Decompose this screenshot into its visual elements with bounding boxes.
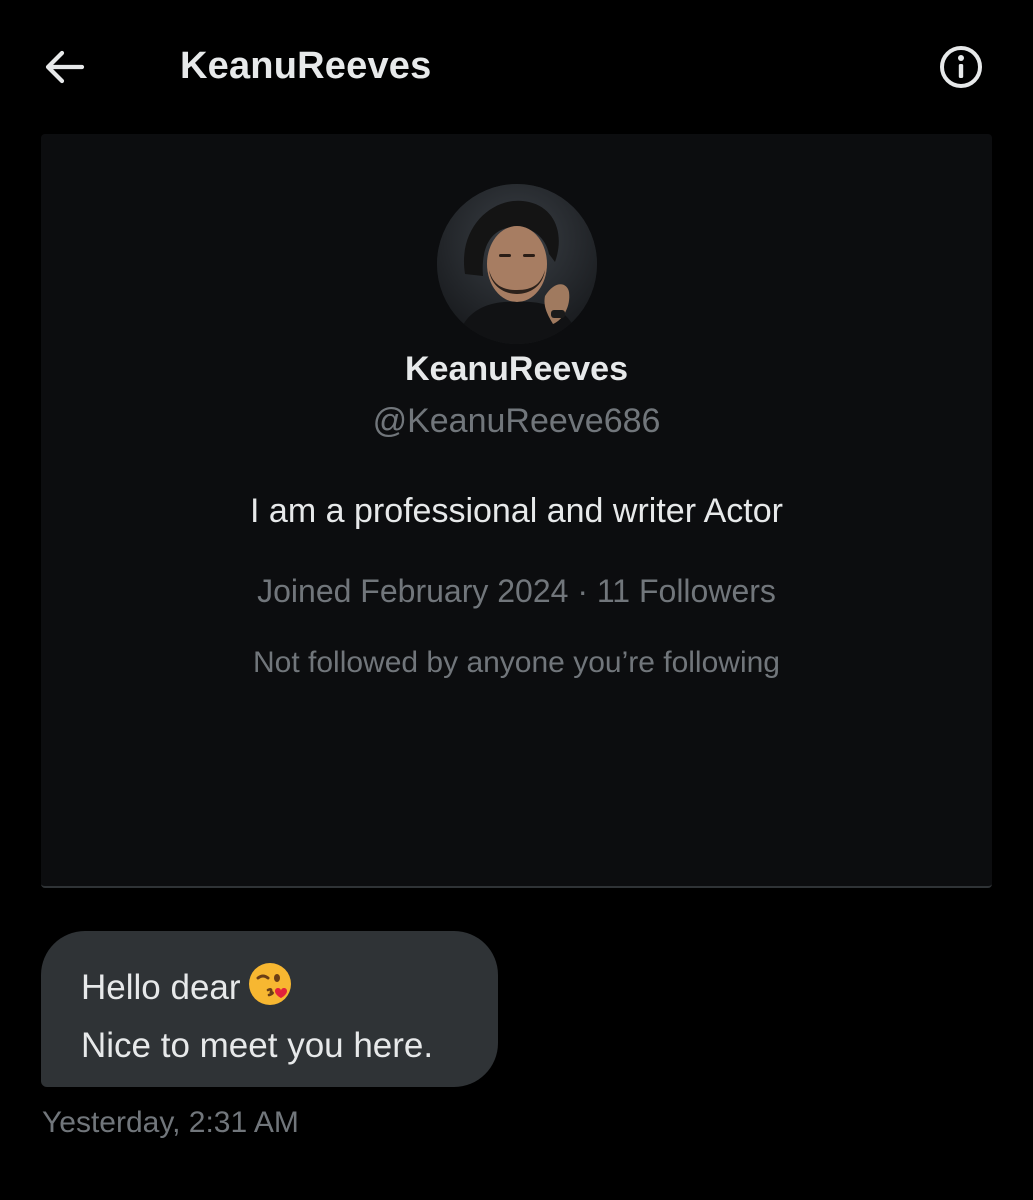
kissing-winking-face-emoji	[247, 961, 293, 1021]
message-line-1: Hello dear	[81, 961, 458, 1021]
profile-bio: I am a professional and writer Actor	[250, 492, 783, 530]
avatar[interactable]	[437, 184, 597, 344]
profile-meta: Joined February 2024 · 11 Followers	[257, 573, 776, 609]
info-button[interactable]	[934, 40, 988, 94]
back-button[interactable]	[36, 42, 92, 92]
arrow-left-icon	[45, 50, 85, 84]
mutual-followers-text: Not followed by anyone you’re following	[253, 646, 780, 679]
info-icon	[940, 46, 982, 88]
message-text-1: Hello dear	[81, 968, 241, 1007]
avatar-photo	[437, 184, 597, 344]
message-timestamp: Yesterday, 2:31 AM	[42, 1106, 299, 1139]
conversation-title: KeanuReeves	[180, 45, 432, 87]
conversation-header: KeanuReeves	[0, 0, 1033, 134]
message-bubble[interactable]: Hello dear Nice to meet you here.	[41, 931, 498, 1087]
message-line-2: Nice to meet you here.	[81, 1026, 434, 1065]
profile-card[interactable]: KeanuReeves @KeanuReeve686 I am a profes…	[41, 134, 992, 888]
profile-name: KeanuReeves	[404, 350, 628, 388]
profile-handle: @KeanuReeve686	[372, 402, 661, 440]
